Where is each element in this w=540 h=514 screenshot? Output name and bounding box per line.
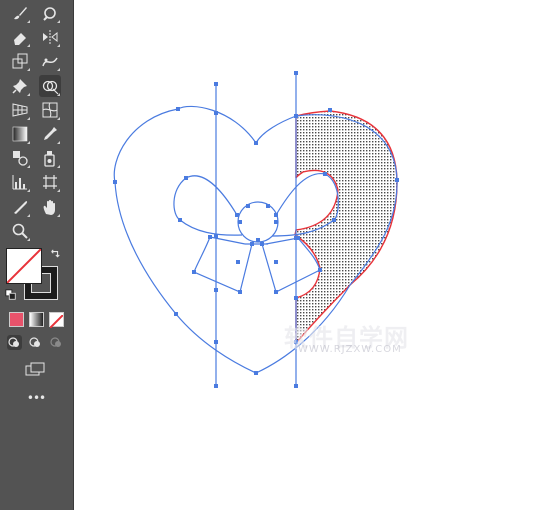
- flyout-corner-icon: [27, 165, 30, 169]
- anchor-point[interactable]: [214, 288, 218, 292]
- color-mode-button[interactable]: [9, 312, 24, 327]
- gradient-mode-button[interactable]: [29, 312, 44, 327]
- bow-knot[interactable]: [237, 201, 279, 243]
- anchor-point[interactable]: [318, 268, 322, 272]
- anchor-point[interactable]: [266, 204, 270, 208]
- tools-panel: •••: [0, 0, 74, 510]
- flyout-corner-icon: [27, 189, 30, 193]
- flyout-corner-icon: [27, 20, 30, 23]
- anchor-point[interactable]: [236, 260, 240, 264]
- fill-swatch[interactable]: [6, 248, 42, 284]
- anchor-point[interactable]: [323, 172, 327, 176]
- screen-mode-icon[interactable]: [24, 361, 46, 377]
- anchor-point[interactable]: [274, 220, 278, 224]
- anchor-point[interactable]: [184, 176, 188, 180]
- anchor-point[interactable]: [208, 235, 212, 239]
- flyout-corner-icon: [27, 92, 30, 96]
- anchor-point[interactable]: [235, 213, 239, 217]
- shape-builder-highlight-region[interactable]: [294, 110, 398, 345]
- anchor-point[interactable]: [274, 260, 278, 264]
- flyout-corner-icon: [57, 213, 60, 217]
- blend-tool[interactable]: [9, 147, 31, 169]
- anchor-point[interactable]: [260, 242, 264, 246]
- reflect-tool[interactable]: [39, 26, 61, 48]
- flyout-corner-icon: [57, 68, 60, 72]
- blob-brush-tool[interactable]: [39, 2, 61, 24]
- eraser-tool[interactable]: [9, 26, 31, 48]
- flyout-corner-icon: [27, 68, 30, 72]
- flyout-corner-icon: [57, 20, 60, 23]
- anchor-point[interactable]: [254, 371, 258, 375]
- puppet-warp-tool[interactable]: [39, 50, 61, 72]
- flyout-corner-icon: [57, 92, 60, 96]
- perspective-grid-tool[interactable]: [9, 99, 31, 121]
- pin-tool[interactable]: [9, 75, 31, 97]
- anchor-point[interactable]: [274, 213, 278, 217]
- gradient-tool[interactable]: [9, 123, 31, 145]
- anchor-point[interactable]: [214, 111, 218, 115]
- draw-normal-icon[interactable]: [7, 335, 22, 350]
- anchor-point[interactable]: [274, 290, 278, 294]
- paintbrush-tool[interactable]: [9, 2, 31, 24]
- flyout-corner-icon: [57, 116, 60, 120]
- anchor-point[interactable]: [250, 242, 254, 246]
- artwork[interactable]: [74, 0, 540, 510]
- shape-builder-tool[interactable]: [39, 74, 61, 97]
- anchor-point[interactable]: [178, 218, 182, 222]
- slice-tool[interactable]: [9, 196, 31, 218]
- anchor-point[interactable]: [238, 290, 242, 294]
- free-transform-tool[interactable]: [9, 50, 31, 72]
- flyout-corner-icon: [27, 237, 30, 241]
- edit-toolbar-button[interactable]: •••: [26, 391, 46, 405]
- anchor-point[interactable]: [296, 236, 300, 240]
- anchor-point[interactable]: [254, 141, 258, 145]
- watermark-url: WWW.RJZXW.COM: [298, 344, 402, 355]
- anchor-point[interactable]: [214, 384, 218, 388]
- symbol-sprayer-tool[interactable]: [39, 147, 61, 169]
- anchor-point[interactable]: [395, 178, 399, 182]
- anchor-point[interactable]: [214, 234, 218, 238]
- anchor-point[interactable]: [174, 312, 178, 316]
- artboard-canvas[interactable]: 软件自学网 WWW.RJZXW.COM: [74, 0, 540, 510]
- anchor-point[interactable]: [192, 270, 196, 274]
- hand-tool[interactable]: [39, 196, 61, 218]
- flyout-corner-icon: [27, 44, 30, 48]
- flyout-corner-icon: [57, 189, 60, 193]
- anchor-point[interactable]: [332, 218, 336, 222]
- flyout-corner-icon: [57, 165, 60, 169]
- flyout-corner-icon: [57, 44, 60, 48]
- artboard-tool[interactable]: [39, 171, 61, 193]
- flyout-corner-icon: [27, 213, 30, 217]
- anchor-point[interactable]: [294, 384, 298, 388]
- default-colors-icon[interactable]: [4, 288, 18, 302]
- anchor-point[interactable]: [113, 180, 117, 184]
- anchor-point[interactable]: [294, 114, 298, 118]
- mesh-tool[interactable]: [39, 99, 61, 121]
- draw-behind-icon[interactable]: [28, 335, 43, 350]
- flyout-corner-icon: [57, 141, 60, 144]
- column-graph-tool[interactable]: [9, 171, 31, 193]
- flyout-corner-icon: [27, 116, 30, 120]
- draw-inside-icon[interactable]: [49, 335, 64, 350]
- anchor-point[interactable]: [328, 108, 332, 112]
- anchor-point[interactable]: [214, 340, 218, 344]
- bow-tail-left[interactable]: [193, 236, 253, 293]
- swap-arrow-icon[interactable]: [48, 248, 62, 262]
- bow-left-loop[interactable]: [173, 175, 243, 236]
- anchor-point[interactable]: [294, 296, 298, 300]
- zoom-tool[interactable]: [9, 220, 31, 242]
- flyout-corner-icon: [27, 141, 30, 144]
- anchor-point[interactable]: [256, 238, 260, 242]
- anchor-point[interactable]: [176, 107, 180, 111]
- none-fill-icon: [7, 249, 41, 283]
- none-mode-button[interactable]: [49, 312, 64, 329]
- anchor-point[interactable]: [246, 204, 250, 208]
- anchor-point[interactable]: [214, 82, 218, 86]
- anchor-point[interactable]: [294, 71, 298, 75]
- eyedropper-tool[interactable]: [39, 123, 61, 145]
- anchor-point[interactable]: [238, 220, 242, 224]
